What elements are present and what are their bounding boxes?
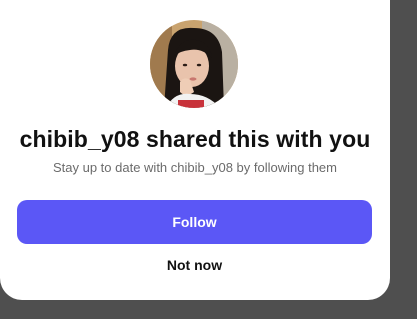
- dialog-subtitle: Stay up to date with chibib_y08 by follo…: [52, 160, 337, 175]
- avatar: [150, 20, 238, 108]
- dialog-title: chibib_y08 shared this with you: [19, 126, 371, 152]
- not-now-button[interactable]: Not now: [17, 254, 372, 276]
- share-follow-dialog: chibib_y08 shared this with you Stay up …: [0, 0, 390, 300]
- profile-photo-icon: [150, 20, 238, 108]
- follow-button[interactable]: Follow: [17, 200, 372, 244]
